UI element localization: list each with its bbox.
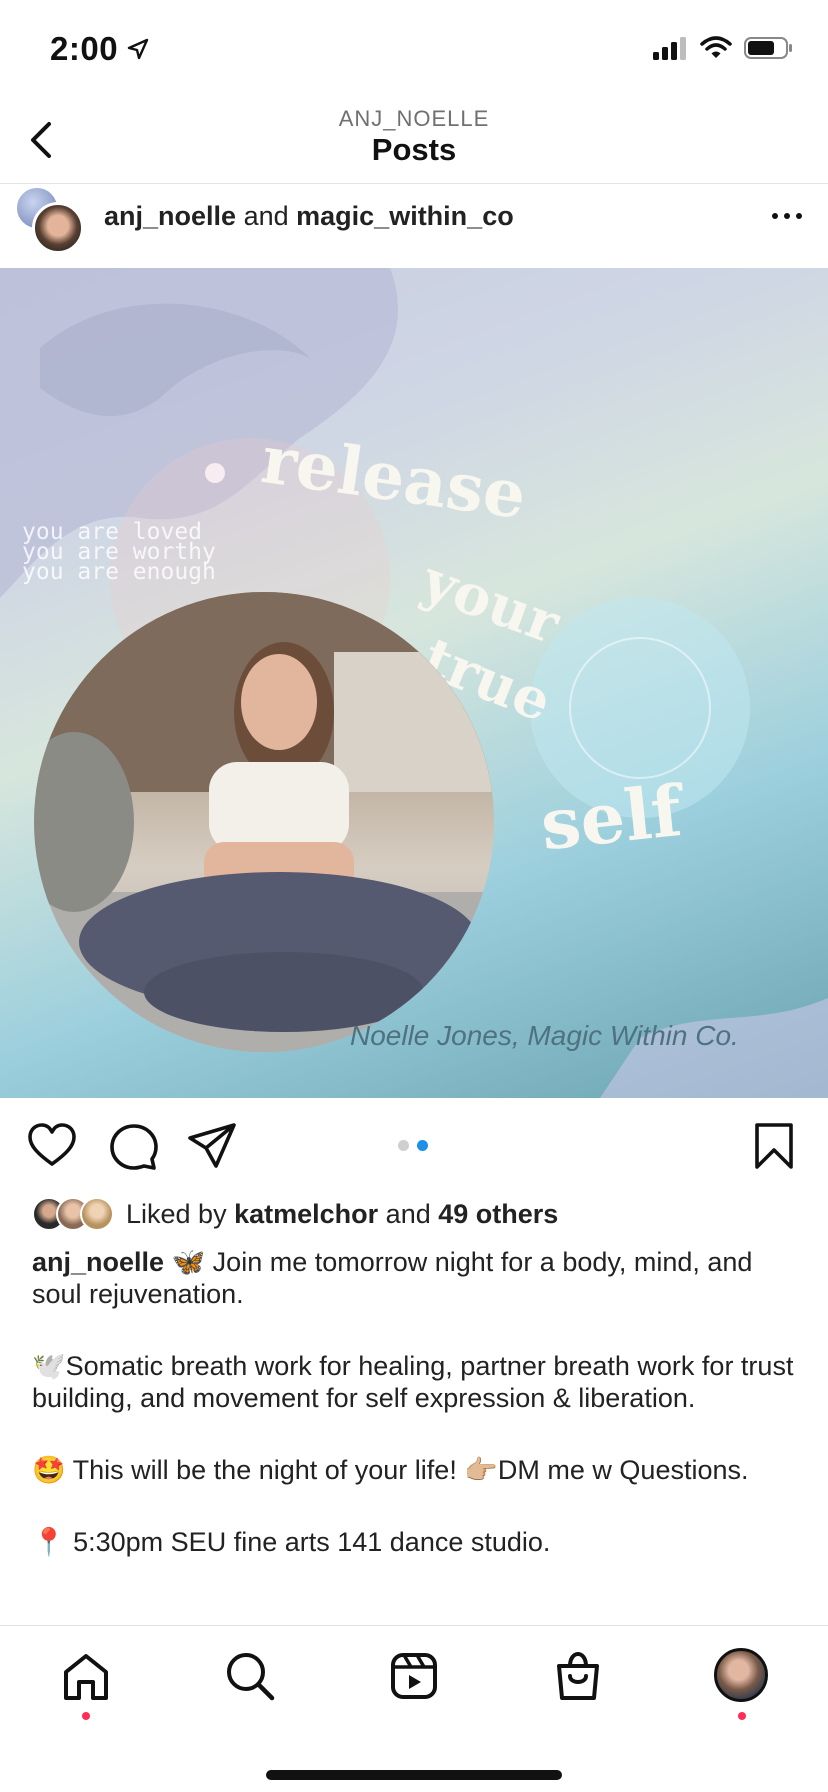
profile-notification-dot	[738, 1712, 746, 1720]
signal-icon	[653, 37, 686, 60]
bookmark-icon[interactable]	[748, 1120, 800, 1172]
location-arrow-icon	[127, 38, 149, 60]
heart-icon[interactable]	[26, 1120, 78, 1172]
carousel-indicator	[398, 1140, 428, 1151]
page-header: ANJ_NOELLE Posts	[0, 100, 828, 184]
status-time: 2:00	[50, 30, 150, 68]
meditation-photo	[34, 592, 494, 1052]
status-bar: 2:00	[0, 0, 828, 100]
search-icon[interactable]	[222, 1648, 278, 1704]
share-icon[interactable]	[186, 1120, 238, 1172]
post-authors: anj_noelle and magic_within_co	[104, 201, 514, 232]
post-caption: anj_noelle 🦋 Join me tomorrow night for …	[32, 1246, 802, 1598]
home-indicator	[266, 1770, 562, 1780]
battery-icon	[744, 37, 792, 59]
author-link[interactable]: anj_noelle	[104, 201, 236, 231]
likes-others[interactable]: 49 others	[438, 1199, 558, 1229]
likes-row[interactable]: Liked by katmelchor and 49 others	[32, 1194, 558, 1234]
author-joiner: and	[243, 201, 289, 231]
collaborator-link[interactable]: magic_within_co	[296, 201, 514, 231]
post-actions	[0, 1098, 828, 1192]
media-credit: Noelle Jones, Magic Within Co.	[350, 1020, 739, 1051]
profile-avatar[interactable]	[714, 1648, 768, 1702]
time-label: 2:00	[50, 30, 119, 67]
post-media[interactable]: release your true self you are loved you…	[0, 268, 828, 1098]
svg-text:release: release	[257, 428, 531, 534]
liker-avatar	[80, 1197, 114, 1231]
likes-joiner: and	[385, 1198, 431, 1229]
caption-paragraph: anj_noelle 🦋 Join me tomorrow night for …	[32, 1246, 802, 1310]
status-indicators	[652, 36, 794, 60]
caption-paragraph: 🤩 This will be the night of your life! 👉…	[32, 1455, 749, 1485]
header-username: ANJ_NOELLE	[338, 106, 490, 131]
wifi-icon	[700, 36, 732, 58]
likes-text: Liked by katmelchor and 49 others	[126, 1199, 558, 1230]
home-notification-dot	[82, 1712, 90, 1720]
likes-prefix: Liked by	[126, 1198, 227, 1229]
reels-icon[interactable]	[386, 1648, 442, 1704]
bottom-nav	[0, 1625, 828, 1792]
caption-paragraph: 🕊️Somatic breath work for healing, partn…	[32, 1351, 794, 1413]
affirmation-line: you are enough	[22, 559, 216, 585]
page-title: Posts	[371, 132, 457, 167]
carousel-dot	[398, 1140, 409, 1151]
caption-paragraph: 📍 5:30pm SEU fine arts 141 dance studio.	[32, 1527, 551, 1557]
carousel-dot-active	[417, 1140, 428, 1151]
svg-text:self: self	[537, 769, 689, 867]
liker-username[interactable]: katmelchor	[234, 1199, 378, 1229]
author-avatar[interactable]	[32, 202, 84, 254]
caption-author[interactable]: anj_noelle	[32, 1247, 164, 1277]
ellipsis-icon[interactable]	[772, 213, 802, 219]
affirmation-text: you are loved you are worthy you are eno…	[22, 521, 216, 585]
shop-icon[interactable]	[550, 1648, 606, 1704]
comment-icon[interactable]	[108, 1120, 160, 1172]
home-icon[interactable]	[58, 1648, 114, 1704]
post-header: anj_noelle and magic_within_co	[0, 185, 828, 269]
